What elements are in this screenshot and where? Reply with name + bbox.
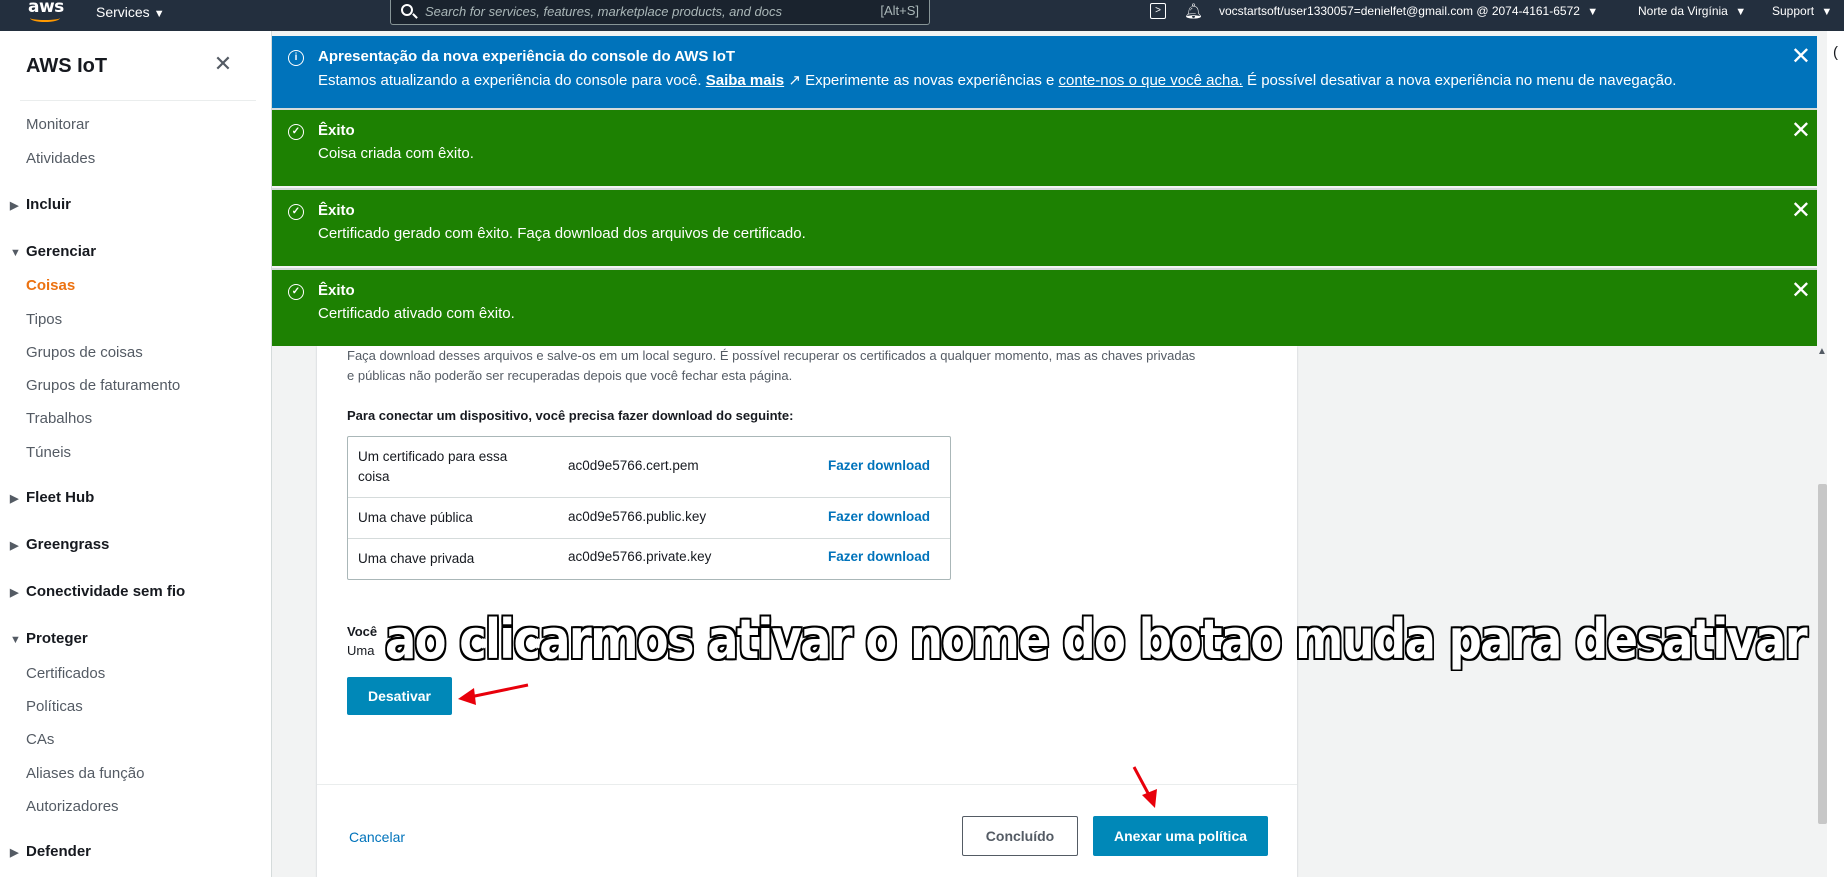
attach-policy-button[interactable]: Anexar uma política	[1093, 816, 1268, 856]
download-file-name: ac0d9e5766.private.key	[568, 549, 712, 564]
caret-down-icon: ▼	[1821, 6, 1833, 18]
close-icon[interactable]: ✕	[1791, 278, 1811, 304]
sidebar-group-defender[interactable]: ▶ Defender	[10, 843, 91, 860]
table-row: Uma chave privada ac0d9e5766.private.key…	[348, 539, 950, 579]
success-flash-title: Êxito	[318, 122, 355, 139]
support-menu[interactable]: Support ▼	[1772, 4, 1832, 18]
card-divider	[317, 784, 1297, 785]
sidebar-title: AWS IoT	[26, 55, 108, 77]
cancel-link[interactable]: Cancelar	[349, 829, 405, 845]
sidebar-item-aliases-da-funcao[interactable]: Aliases da função	[26, 765, 144, 782]
sidebar-item-grupos-de-coisas[interactable]: Grupos de coisas	[26, 344, 143, 361]
sidebar-item-grupos-de-faturamento[interactable]: Grupos de faturamento	[26, 377, 180, 394]
sidebar-item-monitorar[interactable]: Monitorar	[26, 116, 89, 133]
help-panel-icon[interactable]: (	[1833, 44, 1838, 61]
search-bar[interactable]: [Alt+S]	[390, 0, 930, 25]
account-menu[interactable]: vocstartsoft/user1330057=denielfet@gmail…	[1219, 4, 1598, 18]
sidebar-group-incluir[interactable]: ▶ Incluir	[10, 196, 71, 213]
region-menu[interactable]: Norte da Virgínia ▼	[1638, 4, 1746, 18]
sidebar-group-conectividade-sem-fio[interactable]: ▶ Conectividade sem fio	[10, 583, 185, 600]
scrollbar-thumb[interactable]	[1818, 484, 1827, 824]
success-flash-body: Certificado gerado com êxito. Faça downl…	[318, 225, 806, 242]
download-file-name: ac0d9e5766.public.key	[568, 509, 707, 524]
info-icon: i	[288, 50, 304, 66]
download-item-name: Uma chave pública	[358, 510, 473, 525]
check-circle-icon: ✓	[288, 284, 304, 300]
download-public-key-link[interactable]: Fazer download	[828, 509, 930, 524]
info-flash-title: Apresentação da nova experiência do cons…	[318, 48, 736, 65]
table-row: Um certificado para essa coisa ac0d9e576…	[348, 437, 950, 498]
done-button[interactable]: Concluído	[962, 816, 1078, 856]
caret-down-icon: ▼	[1587, 6, 1599, 18]
deactivate-button[interactable]: Desativar	[347, 677, 452, 715]
sidebar-item-autorizadores[interactable]: Autorizadores	[26, 798, 119, 815]
download-file-name: ac0d9e5766.cert.pem	[568, 458, 699, 473]
sidebar-item-tipos[interactable]: Tipos	[26, 311, 62, 328]
caret-right-icon: ▶	[10, 200, 19, 212]
aws-logo[interactable]: aws	[28, 0, 66, 25]
download-item-name: Uma chave privada	[358, 551, 475, 566]
success-flash-body: Certificado ativado com êxito.	[318, 305, 515, 322]
feedback-link[interactable]: conte-nos o que você acha.	[1059, 72, 1243, 89]
sidebar-item-politicas[interactable]: Políticas	[26, 698, 83, 715]
download-instructions: Faça download desses arquivos e salve-os…	[347, 348, 1196, 383]
caret-right-icon: ▶	[10, 847, 19, 859]
external-link-icon: ↗	[788, 72, 801, 89]
annotation-caption: ao clicarmos ativar o nome do botao muda…	[385, 608, 1808, 671]
services-menu-button[interactable]: Services ▼	[96, 4, 165, 20]
sidebar-item-coisas[interactable]: Coisas	[26, 277, 75, 294]
caret-right-icon: ▶	[10, 587, 19, 599]
close-icon[interactable]: ✕	[1791, 118, 1811, 144]
caret-down-icon: ▼	[10, 247, 21, 259]
sidebar: AWS IoT ✕ Monitorar Atividades ▶ Incluir …	[0, 31, 272, 877]
check-circle-icon: ✓	[288, 124, 304, 140]
sidebar-item-tuneis[interactable]: Túneis	[26, 444, 71, 461]
info-flash-message: i Apresentação da nova experiência do co…	[272, 36, 1827, 108]
success-flash-title: Êxito	[318, 202, 355, 219]
sidebar-item-atividades[interactable]: Atividades	[26, 150, 95, 167]
sidebar-group-fleet-hub[interactable]: ▶ Fleet Hub	[10, 489, 94, 506]
notifications-bell-icon[interactable]: 🔔︎	[1184, 2, 1203, 20]
sidebar-item-certificados[interactable]: Certificados	[26, 665, 105, 682]
activation-question: Você Uma	[347, 624, 378, 658]
caret-right-icon: ▶	[10, 540, 19, 552]
sidebar-group-proteger[interactable]: ▼ Proteger	[10, 630, 88, 647]
success-flash-title: Êxito	[318, 282, 355, 299]
cloudshell-icon[interactable]: >	[1150, 3, 1166, 19]
success-flash-message: ✓ Êxito Certificado ativado com êxito. ✕	[272, 268, 1827, 346]
sidebar-group-greengrass[interactable]: ▶ Greengrass	[10, 536, 109, 553]
success-flash-message: ✓ Êxito Certificado gerado com êxito. Fa…	[272, 188, 1827, 266]
caret-down-icon: ▼	[153, 8, 165, 20]
close-icon[interactable]: ✕	[213, 53, 233, 75]
search-shortcut: [Alt+S]	[880, 3, 919, 18]
caret-down-icon: ▼	[1735, 6, 1747, 18]
success-flash-body: Coisa criada com êxito.	[318, 145, 474, 162]
download-cert-link[interactable]: Fazer download	[828, 458, 930, 473]
caret-right-icon: ▶	[10, 493, 19, 505]
download-item-name: Um certificado para essa coisa	[358, 449, 508, 484]
sidebar-item-trabalhos[interactable]: Trabalhos	[26, 410, 92, 427]
sidebar-item-cas[interactable]: CAs	[26, 731, 54, 748]
scroll-up-arrow-icon[interactable]: ▲	[1817, 346, 1827, 357]
search-icon	[401, 4, 413, 16]
download-heading: Para conectar um dispositivo, você preci…	[347, 408, 794, 423]
close-icon[interactable]: ✕	[1791, 198, 1811, 224]
sidebar-divider	[20, 100, 256, 101]
right-panel-edge	[1827, 31, 1844, 877]
search-input[interactable]	[425, 1, 845, 21]
check-circle-icon: ✓	[288, 204, 304, 220]
caret-down-icon: ▼	[10, 634, 21, 646]
aws-smile-icon	[30, 14, 60, 22]
sidebar-group-gerenciar[interactable]: ▼ Gerenciar	[10, 243, 96, 260]
learn-more-link[interactable]: Saiba mais	[706, 72, 784, 89]
downloads-table: Um certificado para essa coisa ac0d9e576…	[347, 436, 951, 580]
info-flash-body: Estamos atualizando a experiência do con…	[318, 72, 1677, 89]
success-flash-message: ✓ Êxito Coisa criada com êxito. ✕	[272, 108, 1827, 186]
top-navigation-bar: aws Services▼ [Alt+S] > 🔔︎ vocstartsoft/…	[0, 0, 1844, 31]
table-row: Uma chave pública ac0d9e5766.public.key …	[348, 498, 950, 539]
close-icon[interactable]: ✕	[1791, 44, 1811, 70]
download-private-key-link[interactable]: Fazer download	[828, 549, 930, 564]
